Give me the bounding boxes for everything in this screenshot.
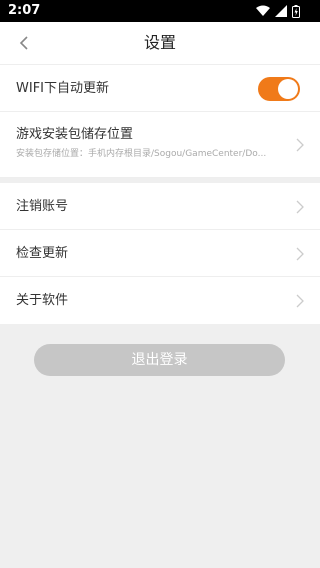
list-item-about[interactable]: 关于软件 bbox=[0, 277, 320, 324]
chevron-right-icon bbox=[296, 200, 304, 214]
status-icons bbox=[256, 4, 300, 18]
battery-icon bbox=[292, 4, 300, 18]
page-title: 设置 bbox=[143, 33, 176, 52]
list-item-label: 注销账号 bbox=[16, 199, 69, 214]
logout-button[interactable]: 退出登录 bbox=[34, 344, 285, 376]
wifi-auto-update-label: WIFI下自动更新 bbox=[16, 81, 109, 96]
chevron-right-icon bbox=[296, 138, 304, 152]
settings-section: WIFI下自动更新 游戏安装包储存位置 安装包存储位置：手机内存根目录/Sogo… bbox=[0, 65, 320, 178]
status-time: 2:07 bbox=[8, 3, 41, 18]
storage-location-path: 安装包存储位置：手机内存根目录/Sogou/GameCenter/Do... bbox=[16, 149, 267, 159]
wifi-icon bbox=[256, 5, 270, 16]
list-item-label: 关于软件 bbox=[16, 293, 69, 308]
app-header: 设置 bbox=[0, 22, 320, 65]
list-item-check-update[interactable]: 检查更新 bbox=[0, 230, 320, 277]
list-item-deactivate-account[interactable]: 注销账号 bbox=[0, 183, 320, 230]
signal-icon bbox=[275, 5, 287, 17]
storage-location-row[interactable]: 游戏安装包储存位置 安装包存储位置：手机内存根目录/Sogou/GameCent… bbox=[0, 112, 320, 178]
wifi-auto-update-row: WIFI下自动更新 bbox=[0, 65, 320, 112]
status-bar: 2:07 bbox=[0, 0, 320, 22]
account-section: 注销账号 检查更新 关于软件 bbox=[0, 183, 320, 324]
list-item-label: 检查更新 bbox=[16, 246, 69, 261]
storage-location-label: 游戏安装包储存位置 bbox=[16, 127, 134, 142]
chevron-right-icon bbox=[296, 247, 304, 261]
wifi-auto-update-toggle[interactable] bbox=[258, 77, 300, 101]
chevron-right-icon bbox=[296, 294, 304, 308]
toggle-knob bbox=[278, 79, 298, 99]
